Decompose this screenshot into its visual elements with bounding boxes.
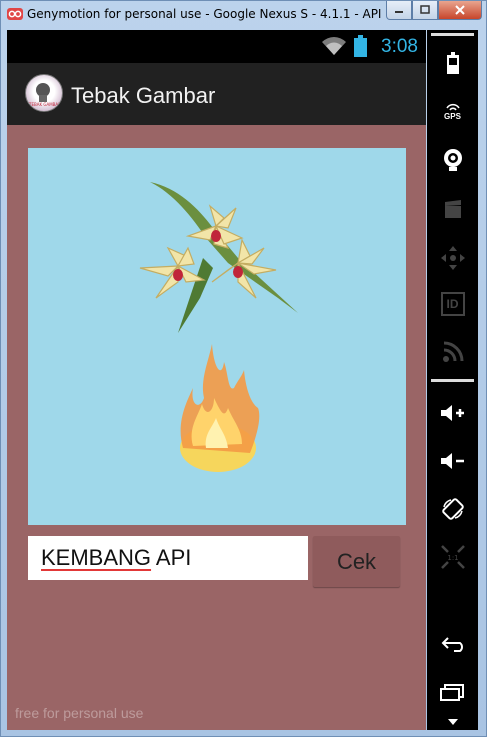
puzzle-illustration [139, 182, 298, 472]
check-button[interactable]: Cek [313, 536, 400, 587]
back-icon[interactable] [427, 634, 478, 654]
device-id-label: ID [440, 292, 465, 316]
rss-icon[interactable] [427, 340, 478, 364]
watermark-text: free for personal use [15, 705, 144, 721]
action-bar: TEBAK GAMBAR Tebak Gambar [7, 63, 426, 125]
volume-down-icon[interactable] [427, 450, 478, 472]
emulator-window: Genymotion for personal use - Google Nex… [0, 0, 487, 737]
panel-divider [431, 379, 474, 382]
genymotion-icon [7, 8, 23, 20]
app-logo-icon[interactable]: TEBAK GAMBAR [25, 74, 63, 112]
answer-word: API [151, 545, 192, 570]
puzzle-image [28, 148, 406, 525]
battery-icon [354, 35, 367, 57]
battery-widget-icon[interactable] [427, 50, 478, 76]
fire-flame-icon [180, 344, 260, 472]
maximize-icon [420, 5, 430, 14]
close-button[interactable] [438, 1, 482, 20]
app-logo-caption: TEBAK GAMBAR [28, 102, 61, 107]
window-controls [386, 1, 482, 21]
capture-icon[interactable] [427, 198, 478, 220]
answer-input[interactable]: KEMBANG API [28, 536, 308, 580]
scale-label: 1:1 [447, 554, 458, 562]
wifi-icon [322, 37, 346, 55]
dpad-icon[interactable] [427, 245, 478, 271]
rotate-icon[interactable] [427, 496, 478, 522]
minimize-icon [395, 11, 403, 13]
maximize-button[interactable] [412, 1, 438, 20]
window-title: Genymotion for personal use - Google Nex… [27, 7, 416, 21]
device-id-icon[interactable]: ID [427, 292, 478, 316]
recent-apps-icon[interactable] [427, 682, 478, 702]
camera-icon[interactable] [427, 148, 478, 172]
minimize-button[interactable] [386, 1, 412, 20]
tebak-gambar-logo: TEBAK GAMBAR [28, 83, 61, 107]
close-icon [455, 5, 465, 15]
answer-word-misspelled: KEMBANG [41, 545, 152, 570]
window-titlebar[interactable]: Genymotion for personal use - Google Nex… [1, 1, 487, 29]
more-arrow-icon[interactable] [427, 716, 478, 728]
android-screen: 3:08 TEBAK GAMBAR Tebak Gambar KEMBANG A… [7, 30, 426, 730]
orchid-flower-icon [139, 182, 298, 333]
gps-label: GPS [444, 112, 461, 121]
scale-icon[interactable]: 1:1 [427, 544, 478, 570]
status-bar: 3:08 [7, 30, 426, 63]
panel-divider [431, 33, 474, 36]
volume-up-icon[interactable] [427, 402, 478, 424]
genymotion-side-panel: GPS ID 1:1 [427, 30, 478, 730]
app-title: Tebak Gambar [71, 83, 216, 108]
status-clock: 3:08 [381, 36, 418, 57]
